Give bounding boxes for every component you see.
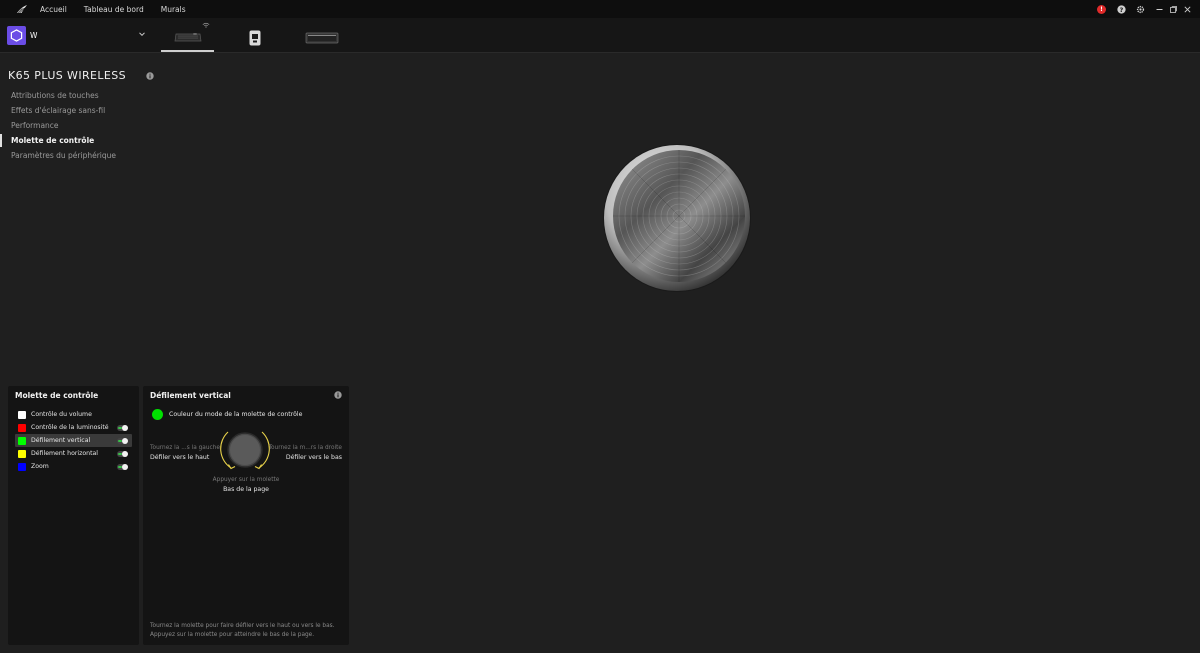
minimize-icon[interactable] <box>1155 5 1164 14</box>
graphics-card-icon <box>305 32 339 44</box>
device-bar: W <box>0 18 1200 53</box>
mode-color-swatch <box>18 410 26 419</box>
mode-toggle[interactable] <box>117 463 128 470</box>
nav-home-link[interactable]: Accueil <box>40 5 67 14</box>
mode-label: Défilement horizontal <box>31 450 99 457</box>
mode-color-swatch <box>18 436 26 445</box>
right-rotate-action[interactable]: Défiler vers le bas <box>286 454 342 461</box>
press-action[interactable]: Bas de la page <box>143 486 349 493</box>
nav-dashboard-link[interactable]: Tableau de bord <box>84 5 144 14</box>
help-footer: Tournez la molette pour faire défiler ve… <box>150 622 345 639</box>
control-dial-image <box>602 143 752 293</box>
press-hint: Appuyer sur la molette <box>212 477 280 483</box>
nav-murals-link[interactable]: Murals <box>161 5 186 14</box>
profile-hexagon-icon[interactable] <box>7 26 26 45</box>
top-nav-bar: Accueil Tableau de bord Murals ! ? <box>0 0 1200 18</box>
chevron-down-icon[interactable] <box>138 30 146 38</box>
dial-rotation-diagram <box>220 431 270 470</box>
corsair-logo-icon[interactable] <box>16 3 28 15</box>
panel-title: Molette de contrôle <box>15 391 99 400</box>
left-rotate-action[interactable]: Défiler vers le haut <box>150 454 209 461</box>
menu-item-performance[interactable]: Performance <box>0 118 150 133</box>
footer-line: Tournez la molette pour faire défiler ve… <box>150 623 335 629</box>
mode-toggle[interactable] <box>117 450 128 457</box>
alert-badge[interactable]: ! <box>1097 4 1106 14</box>
mode-list: Contrôle du volume Contrôle de la lumino… <box>15 408 132 473</box>
help-icon[interactable]: ? <box>1117 4 1126 14</box>
close-icon[interactable] <box>1183 5 1192 14</box>
mode-color-swatch <box>18 462 26 471</box>
info-icon[interactable] <box>334 391 342 399</box>
mode-label: Zoom <box>31 463 49 470</box>
mode-toggle[interactable] <box>117 424 128 431</box>
footer-line: Appuyez sur la molette pour atteindre le… <box>150 631 315 638</box>
mode-label: Défilement vertical <box>31 437 91 444</box>
right-rotate-hint: Tournez la m...rs la droite <box>268 445 342 451</box>
mode-row-brightness[interactable]: Contrôle de la luminosité <box>15 421 132 434</box>
mode-color-label: Couleur du mode de la molette de contrôl… <box>169 411 303 418</box>
left-rotate-hint: Tournez la ...s la gauche <box>150 445 220 451</box>
menu-item-wireless-lighting[interactable]: Effets d'éclairage sans-fil <box>0 103 150 118</box>
gear-icon[interactable] <box>1136 5 1145 14</box>
menu-item-control-dial[interactable]: Molette de contrôle <box>0 133 150 148</box>
info-icon[interactable] <box>146 72 154 80</box>
maximize-icon[interactable] <box>1169 5 1178 14</box>
mode-row-vertical-scroll[interactable]: Défilement vertical <box>15 434 132 447</box>
panel-title: Défilement vertical <box>150 391 231 400</box>
device-tab-gpu[interactable] <box>300 24 344 52</box>
dongle-device-icon <box>249 30 261 46</box>
keyboard-device-icon <box>174 33 201 42</box>
mode-label: Contrôle du volume <box>31 411 92 418</box>
mode-row-zoom[interactable]: Zoom <box>15 460 132 473</box>
alert-count: ! <box>1100 5 1103 13</box>
mode-label: Contrôle de la luminosité <box>31 424 109 431</box>
menu-item-key-assignments[interactable]: Attributions de touches <box>0 88 150 103</box>
mode-row-horizontal-scroll[interactable]: Défilement horizontal <box>15 447 132 460</box>
mode-color-picker[interactable]: Couleur du mode de la molette de contrôl… <box>152 409 302 420</box>
menu-item-device-settings[interactable]: Paramètres du périphérique <box>0 148 150 163</box>
mode-row-volume[interactable]: Contrôle du volume <box>15 408 132 421</box>
mode-color-dot[interactable] <box>152 409 163 420</box>
device-tab-dongle[interactable] <box>240 24 270 52</box>
svg-text:?: ? <box>1120 6 1124 13</box>
device-title: K65 PLUS WIRELESS <box>8 69 127 82</box>
profile-name[interactable]: W <box>30 31 37 40</box>
vertical-scroll-detail-panel: Défilement vertical Couleur du mode de l… <box>143 386 349 645</box>
device-tab-keyboard[interactable] <box>161 24 214 52</box>
mode-color-swatch <box>18 423 26 432</box>
mode-color-swatch <box>18 449 26 458</box>
control-dial-modes-panel: Molette de contrôle Contrôle du volume C… <box>8 386 139 645</box>
device-menu: Attributions de touches Effets d'éclaira… <box>0 88 150 163</box>
mode-toggle[interactable] <box>117 437 128 444</box>
